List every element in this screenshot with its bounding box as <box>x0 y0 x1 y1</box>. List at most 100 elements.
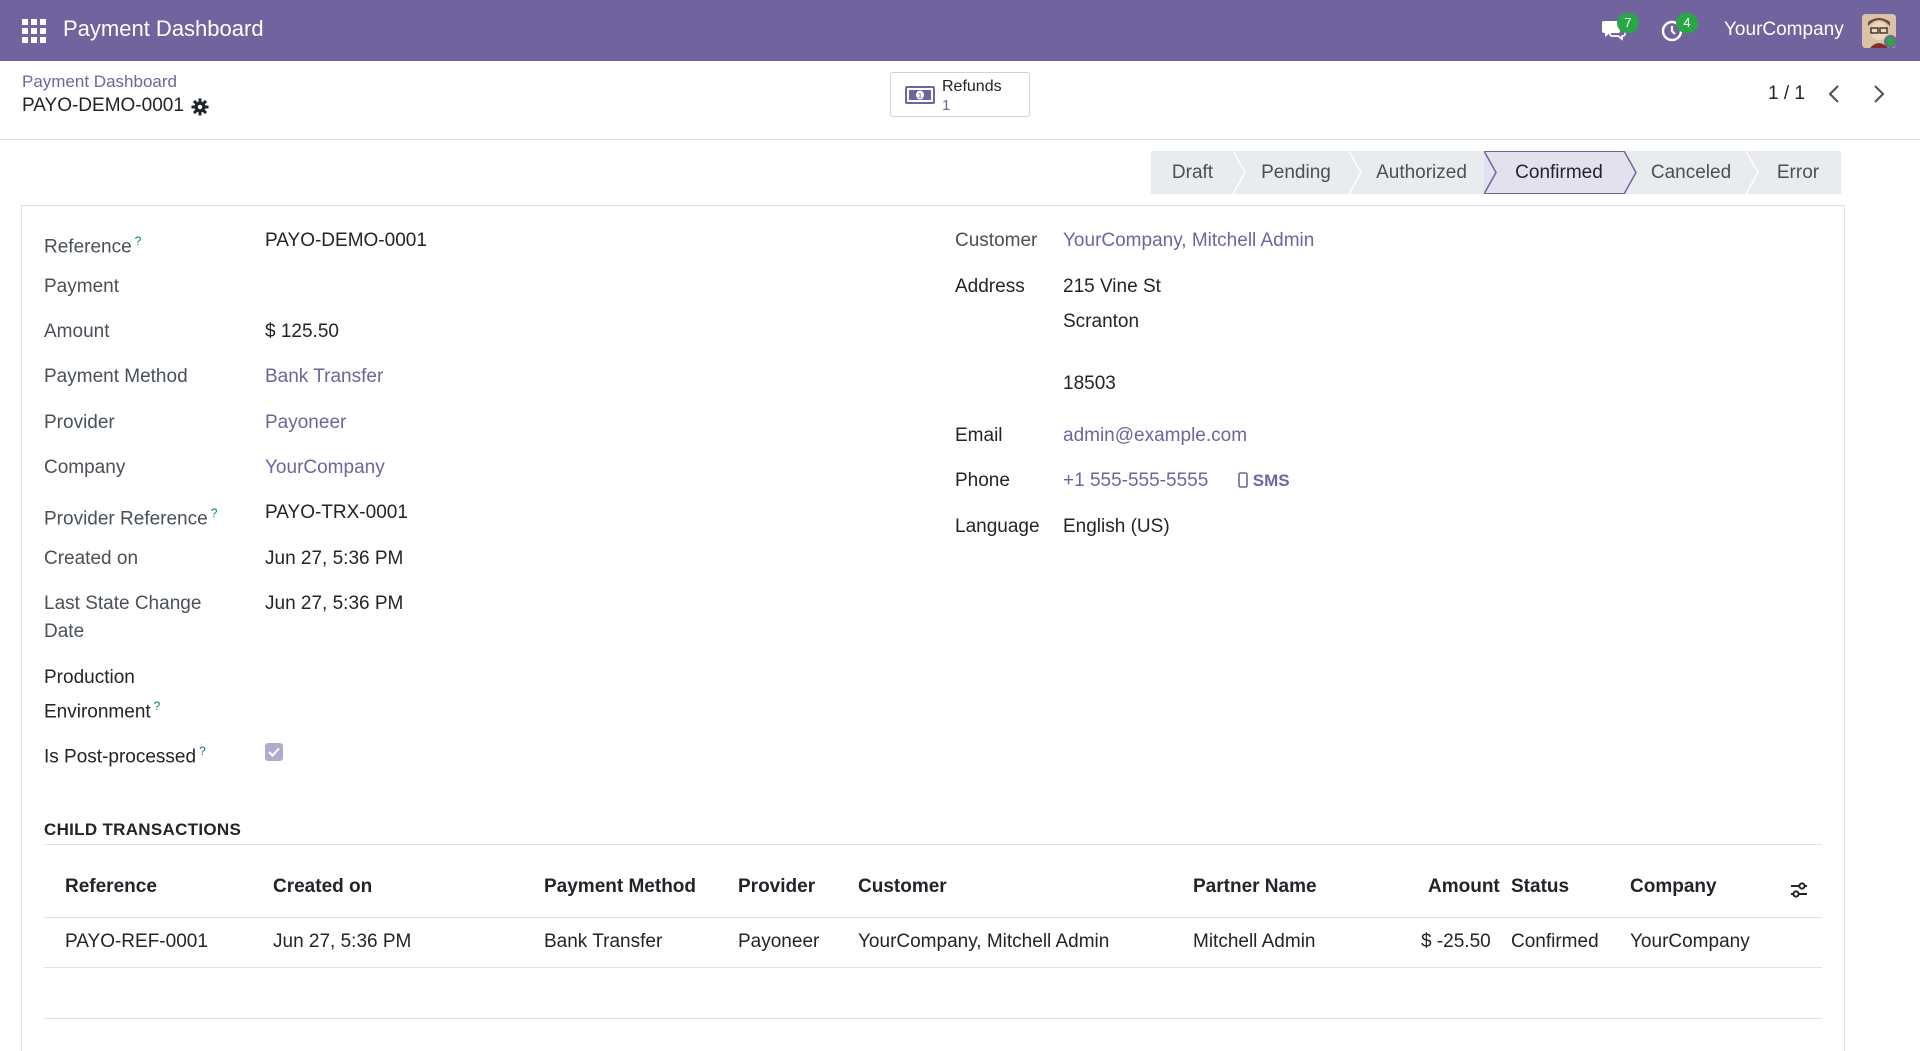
post-processed-checkbox <box>265 743 283 761</box>
activities-icon[interactable]: 4 <box>1660 13 1698 45</box>
company-label: Company <box>44 457 126 478</box>
payment-method-link[interactable]: Bank Transfer <box>265 363 383 391</box>
table-footer-divider <box>44 1018 1822 1019</box>
production-environment-label-line2: Environment <box>44 701 151 723</box>
optional-columns-icon[interactable] <box>1789 880 1809 900</box>
cell-payment-method: Bank Transfer <box>544 931 663 952</box>
refunds-smart-button[interactable]: 1 Refunds 1 <box>890 72 1030 117</box>
company-link[interactable]: YourCompany <box>265 454 385 482</box>
last-state-change-value: Jun 27, 5:36 PM <box>265 593 404 614</box>
provider-label: Provider <box>44 412 115 433</box>
reference-value: PAYO-DEMO-0001 <box>265 230 427 251</box>
customer-link[interactable]: YourCompany, Mitchell Admin <box>1063 227 1314 255</box>
cell-company: YourCompany <box>1630 931 1750 952</box>
stage-draft-label: Draft <box>1171 161 1214 183</box>
stage-error[interactable]: Error <box>1747 151 1841 194</box>
email-link[interactable]: admin@example.com <box>1063 422 1247 450</box>
created-on-label: Created on <box>44 548 139 569</box>
column-header-provider[interactable]: Provider <box>738 876 815 898</box>
refunds-label: Refunds <box>942 78 1002 95</box>
stage-pending-label: Pending <box>1261 161 1331 183</box>
phone-label: Phone <box>955 470 1010 491</box>
stage-authorized[interactable]: Authorized <box>1350 151 1497 194</box>
app-title[interactable]: Payment Dashboard <box>63 16 264 42</box>
table-header-divider <box>44 917 1822 918</box>
status-bar: Draft Pending Authorized Confirmed Cance… <box>1151 151 1841 194</box>
amount-value: $ 125.50 <box>265 321 339 342</box>
amount-label: Amount <box>44 321 110 342</box>
address-city: Scranton <box>1063 311 1140 332</box>
money-icon: 1 <box>905 85 935 105</box>
stage-confirmed-label: Confirmed <box>1515 161 1603 183</box>
last-state-change-label-line1: Last State Change <box>44 593 202 614</box>
stage-draft[interactable]: Draft <box>1151 151 1246 194</box>
cell-status: Confirmed <box>1511 931 1599 952</box>
last-state-change-label-line2: Date <box>44 621 85 642</box>
reference-label: Reference? <box>44 234 142 258</box>
provider-reference-help-icon[interactable]: ? <box>211 506 218 520</box>
language-label: Language <box>955 516 1040 537</box>
cell-amount: $ -25.50 <box>1421 931 1491 952</box>
column-header-customer[interactable]: Customer <box>858 876 947 898</box>
company-switcher[interactable]: YourCompany <box>1724 19 1844 41</box>
cell-provider: Payoneer <box>738 931 820 952</box>
gear-icon[interactable] <box>191 98 209 116</box>
cell-reference: PAYO-REF-0001 <box>65 931 208 952</box>
production-environment-label-line1: Production <box>44 667 135 688</box>
reference-help-icon[interactable]: ? <box>135 234 142 248</box>
messages-count-badge: 7 <box>1617 13 1639 33</box>
messages-icon[interactable]: 7 <box>1601 13 1639 45</box>
customer-label: Customer <box>955 230 1038 251</box>
stage-authorized-label: Authorized <box>1376 161 1467 183</box>
pager-previous-button[interactable] <box>1822 81 1848 107</box>
column-header-created-on[interactable]: Created on <box>273 876 372 898</box>
mobile-icon <box>1238 472 1248 488</box>
pager-value[interactable]: 1 / 1 <box>1768 83 1805 105</box>
payment-method-label: Payment Method <box>44 366 188 387</box>
post-processed-label: Is Post-processed? <box>44 744 206 768</box>
production-environment-label: Production Environment? <box>44 664 160 726</box>
pager-next-button[interactable] <box>1865 81 1891 107</box>
production-environment-help-icon[interactable]: ? <box>154 699 161 713</box>
column-header-reference[interactable]: Reference <box>65 876 157 898</box>
column-header-payment-method[interactable]: Payment Method <box>544 876 696 898</box>
sms-label: SMS <box>1252 471 1290 490</box>
address-zip: 18503 <box>1063 373 1116 394</box>
control-panel: Payment Dashboard PAYO-DEMO-0001 1 Refun… <box>0 61 1920 140</box>
payment-label: Payment <box>44 276 119 297</box>
phone-link[interactable]: +1 555-555-5555 <box>1063 467 1208 495</box>
last-state-change-label: Last State Change Date <box>44 590 201 646</box>
stage-pending[interactable]: Pending <box>1234 151 1362 194</box>
address-label: Address <box>955 276 1025 297</box>
checkmark-icon <box>268 747 280 757</box>
cell-created-on: Jun 27, 5:36 PM <box>273 931 412 952</box>
stage-canceled[interactable]: Canceled <box>1625 151 1759 194</box>
apps-menu-icon[interactable] <box>22 19 46 43</box>
column-header-partner-name[interactable]: Partner Name <box>1193 876 1317 898</box>
provider-reference-label: Provider Reference? <box>44 506 218 530</box>
stage-canceled-label: Canceled <box>1650 161 1732 183</box>
table-row-divider <box>44 967 1822 968</box>
top-navbar: Payment Dashboard 7 4 YourCompany <box>0 0 1920 61</box>
created-on-value: Jun 27, 5:36 PM <box>265 548 404 569</box>
breadcrumb-parent-link[interactable]: Payment Dashboard <box>22 72 177 92</box>
activities-count-badge: 4 <box>1676 13 1698 33</box>
provider-reference-value: PAYO-TRX-0001 <box>265 502 408 523</box>
language-value: English (US) <box>1063 516 1170 537</box>
user-status-indicator <box>1884 35 1897 48</box>
column-header-amount[interactable]: Amount <box>1428 876 1500 898</box>
column-header-status[interactable]: Status <box>1511 876 1569 898</box>
sms-button[interactable]: SMS <box>1238 471 1290 491</box>
cell-partner-name: Mitchell Admin <box>1193 931 1316 952</box>
svg-text:1: 1 <box>918 92 922 100</box>
provider-link[interactable]: Payoneer <box>265 409 346 437</box>
cell-customer: YourCompany, Mitchell Admin <box>858 931 1110 952</box>
section-divider <box>44 844 1822 845</box>
record-title: PAYO-DEMO-0001 <box>22 95 184 116</box>
stage-error-label: Error <box>1776 161 1820 183</box>
column-header-company[interactable]: Company <box>1630 876 1717 898</box>
stage-confirmed[interactable]: Confirmed <box>1485 151 1637 194</box>
child-transactions-title: CHILD TRANSACTIONS <box>44 820 242 839</box>
email-label: Email <box>955 425 1003 446</box>
post-processed-help-icon[interactable]: ? <box>199 744 206 758</box>
